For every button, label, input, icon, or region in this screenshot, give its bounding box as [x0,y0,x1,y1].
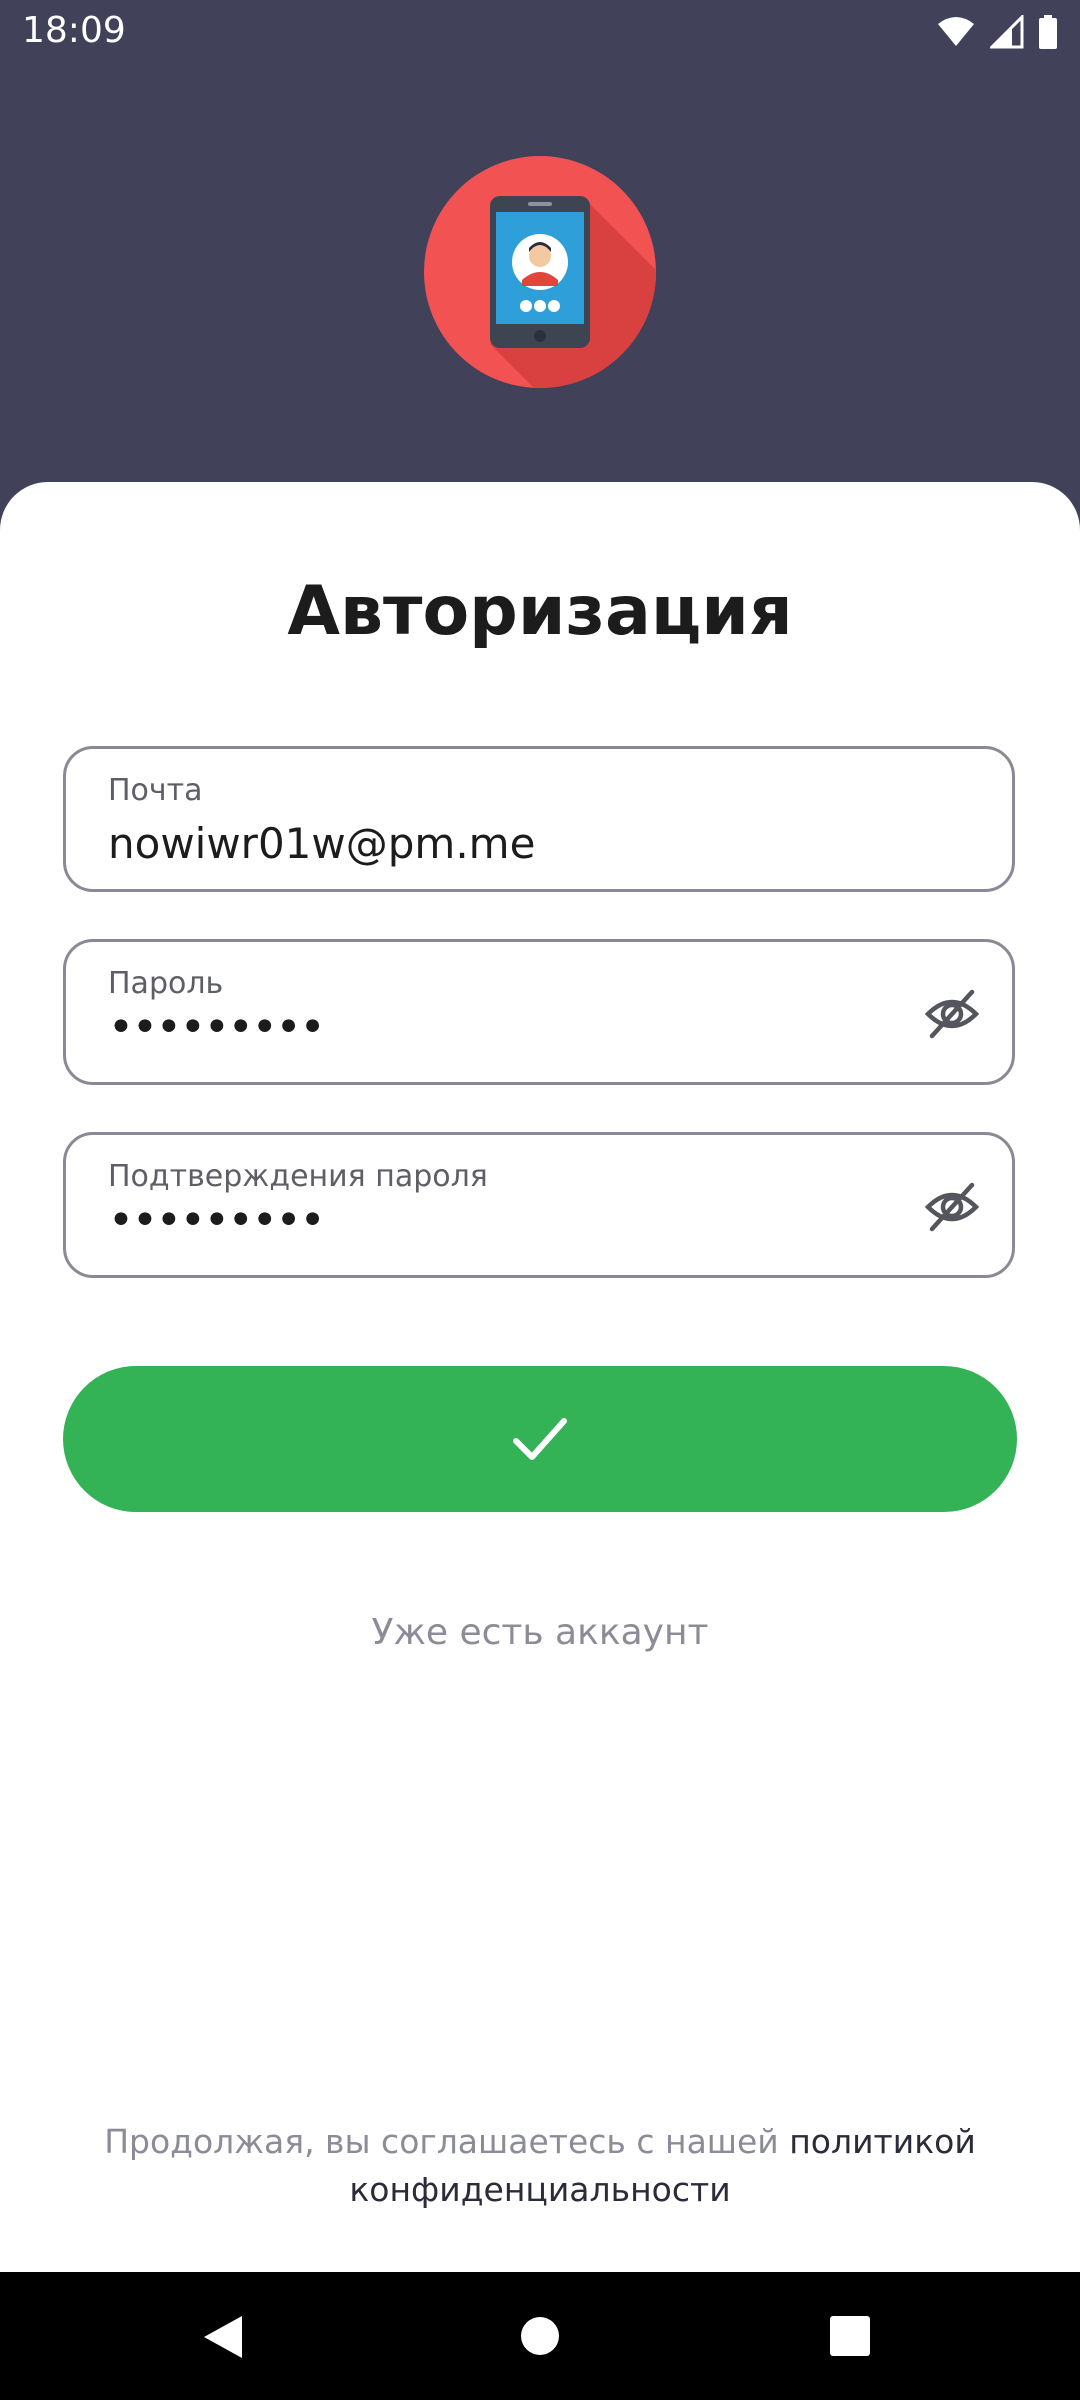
signal-icon [990,15,1024,49]
email-field[interactable]: Почта nowiwr01w@pm.me [63,746,1015,892]
eye-off-icon[interactable] [924,986,980,1042]
confirm-password-field-value: ••••••••• [108,1195,326,1246]
email-field-value: nowiwr01w@pm.me [108,819,536,868]
submit-button[interactable] [63,1366,1017,1512]
login-link[interactable]: Уже есть аккаунт [0,1612,1080,1653]
battery-icon [1039,15,1057,49]
confirm-password-field[interactable]: Подтверждения пароля ••••••••• [63,1132,1015,1278]
eye-off-icon[interactable] [924,1179,980,1235]
navigation-bar [0,2272,1080,2400]
wifi-icon [938,17,974,46]
status-bar: 18:09 [0,0,1080,64]
privacy-policy-text: Продолжая, вы соглашаетесь с нашей полит… [80,2118,1000,2214]
confirm-password-field-label: Подтверждения пароля [108,1159,488,1194]
back-icon[interactable] [202,2314,246,2360]
check-icon [513,1418,567,1460]
policy-prefix: Продолжая, вы соглашаетесь с нашей [104,2122,790,2161]
phone-user-logo [424,156,656,388]
password-field-value: ••••••••• [108,1002,326,1053]
page-title: Авторизация [287,572,793,651]
status-time: 18:09 [22,10,126,51]
email-field-label: Почта [108,773,203,808]
recents-icon[interactable] [830,2316,870,2356]
password-field[interactable]: Пароль ••••••••• [63,939,1015,1085]
status-icons [936,14,1058,50]
password-field-label: Пароль [108,966,224,1001]
home-icon[interactable] [520,2316,560,2356]
